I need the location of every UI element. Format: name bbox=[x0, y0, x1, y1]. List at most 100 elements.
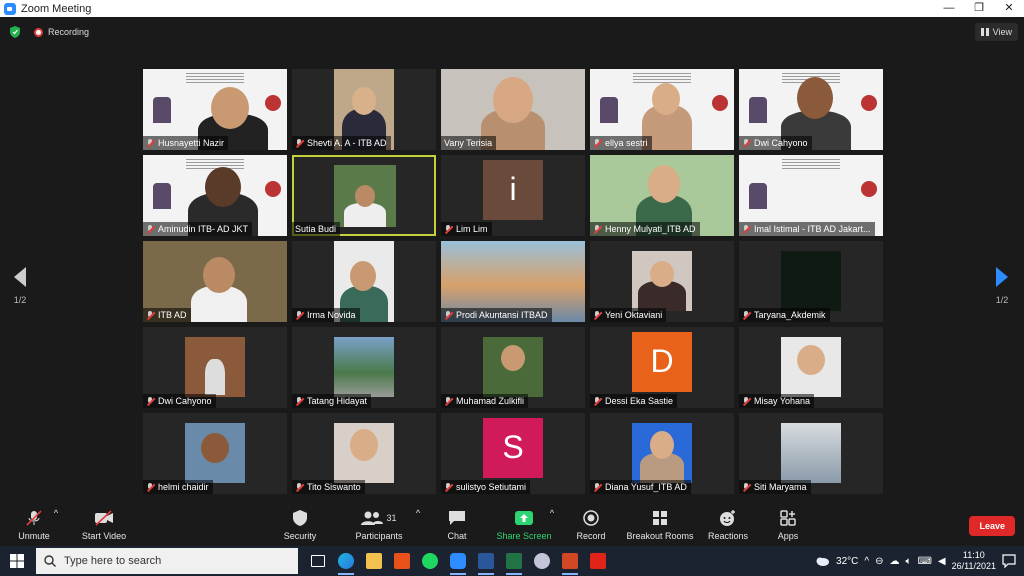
mic-muted-icon bbox=[593, 396, 601, 406]
participant-name: Dwi Cahyono bbox=[143, 394, 216, 408]
start-button[interactable] bbox=[0, 546, 34, 576]
taskbar-clock[interactable]: 11:10 26/11/2021 bbox=[952, 550, 996, 572]
mic-muted-icon bbox=[146, 310, 154, 320]
breakout-rooms-button[interactable]: Breakout Rooms bbox=[624, 508, 696, 541]
spotify-icon[interactable] bbox=[416, 546, 444, 576]
minimize-button[interactable]: — bbox=[934, 0, 964, 17]
record-icon bbox=[555, 508, 627, 528]
mic-muted-icon bbox=[742, 482, 750, 492]
participant-tile[interactable]: Henny Mulyati_ITB AD bbox=[590, 155, 734, 236]
edge-icon[interactable] bbox=[332, 546, 360, 576]
record-button[interactable]: Record bbox=[555, 508, 627, 541]
participant-tile[interactable]: Irma Novida bbox=[292, 241, 436, 322]
onedrive-icon[interactable]: ☁ bbox=[889, 556, 899, 567]
participant-tile[interactable]: Siti Maryama bbox=[739, 413, 883, 494]
participant-name: Imal Istimal - ITB AD Jakart... bbox=[739, 222, 875, 236]
leave-button[interactable]: Leave bbox=[969, 516, 1015, 536]
windows-taskbar: Type here to search 32°C ^ ⊖ ☁ 🔈︎ ⌨︎ ◀︎ … bbox=[0, 546, 1024, 576]
participant-tile[interactable]: Tito Siswanto bbox=[292, 413, 436, 494]
shield-icon[interactable] bbox=[10, 26, 20, 38]
participant-tile[interactable]: Imal Istimal - ITB AD Jakart... bbox=[739, 155, 883, 236]
powerpoint-icon[interactable] bbox=[556, 546, 584, 576]
breakout-rooms-label: Breakout Rooms bbox=[626, 531, 694, 541]
chat-icon bbox=[421, 508, 493, 528]
participant-tile[interactable]: i Lim Lim bbox=[441, 155, 585, 236]
participant-tile[interactable]: Misay Yohana bbox=[739, 327, 883, 408]
word-icon[interactable] bbox=[472, 546, 500, 576]
recording-indicator[interactable]: Recording bbox=[34, 27, 89, 37]
participant-tile[interactable]: ITB AD bbox=[143, 241, 287, 322]
apps-button[interactable]: Apps bbox=[752, 508, 824, 541]
participant-tile[interactable]: Vany Terisia bbox=[441, 69, 585, 150]
mic-muted-icon bbox=[593, 224, 601, 234]
participant-name: Tito Siswanto bbox=[292, 480, 365, 494]
meeting-toolbar: Unmute ^ Start Video Security 31 Partici… bbox=[0, 504, 1024, 546]
participant-tile[interactable]: Husnayetti Nazir bbox=[143, 69, 287, 150]
mic-muted-icon bbox=[593, 482, 601, 492]
participant-tile[interactable]: Aminudin ITB- AD JKT bbox=[143, 155, 287, 236]
participant-tile[interactable]: Diana Yusuf_ITB AD bbox=[590, 413, 734, 494]
temperature[interactable]: 32°C bbox=[836, 556, 858, 567]
previous-page-button[interactable]: 1/2 bbox=[10, 267, 30, 305]
participant-tile[interactable]: Dwi Cahyono bbox=[143, 327, 287, 408]
windows-logo-icon bbox=[10, 554, 24, 568]
mic-muted-icon bbox=[742, 224, 750, 234]
participant-tile[interactable]: Muhamad Zulkifli bbox=[441, 327, 585, 408]
participant-name: Prodi Akuntansi ITBAD bbox=[441, 308, 552, 322]
participant-name: ellya sestri bbox=[590, 136, 652, 150]
snipping-tool-icon[interactable] bbox=[528, 546, 556, 576]
volume-icon[interactable]: ◀︎ bbox=[938, 556, 946, 567]
close-button[interactable]: ✕ bbox=[994, 0, 1024, 17]
mic-muted-icon bbox=[742, 310, 750, 320]
participant-tile[interactable]: ellya sestri bbox=[590, 69, 734, 150]
mic-muted-icon bbox=[593, 310, 601, 320]
mic-muted-icon bbox=[444, 310, 452, 320]
taskbar-search-box[interactable]: Type here to search bbox=[36, 548, 298, 574]
participant-name: Dessi Eka Sastie bbox=[590, 394, 678, 408]
clock-time: 11:10 bbox=[962, 550, 985, 560]
speaker-icon[interactable]: 🔈︎ bbox=[905, 556, 911, 567]
language-icon[interactable]: ⌨︎ bbox=[917, 556, 931, 567]
office-icon[interactable] bbox=[388, 546, 416, 576]
participant-name: Siti Maryama bbox=[739, 480, 811, 494]
mic-muted-icon bbox=[444, 224, 452, 234]
participant-name: sulistyo Setiutami bbox=[441, 480, 531, 494]
participant-tile[interactable]: Tatang Hidayat bbox=[292, 327, 436, 408]
participant-name: Henny Mulyati_ITB AD bbox=[590, 222, 700, 236]
security-button[interactable]: Security bbox=[264, 508, 336, 541]
participant-tile-active-speaker[interactable]: Sutia Budi bbox=[292, 155, 436, 236]
participant-tile[interactable]: Prodi Akuntansi ITBAD bbox=[441, 241, 585, 322]
participant-tile[interactable]: Taryana_Akdemik bbox=[739, 241, 883, 322]
video-off-icon bbox=[68, 508, 140, 528]
network-icon[interactable]: ⊖ bbox=[875, 556, 883, 567]
next-page-button[interactable]: 1/2 bbox=[992, 267, 1012, 305]
acrobat-icon[interactable] bbox=[584, 546, 612, 576]
chat-button[interactable]: Chat bbox=[421, 508, 493, 541]
participant-tile[interactable]: Yeni Oktaviani bbox=[590, 241, 734, 322]
excel-icon[interactable] bbox=[500, 546, 528, 576]
mic-muted-icon bbox=[444, 396, 452, 406]
show-hidden-icons-icon[interactable]: ^ bbox=[864, 556, 869, 567]
window-title: Zoom Meeting bbox=[21, 2, 92, 15]
start-video-button[interactable]: Start Video bbox=[68, 508, 140, 541]
participant-tile[interactable]: Shevti A. A - ITB AD bbox=[292, 69, 436, 150]
task-view-icon[interactable] bbox=[304, 546, 332, 576]
search-placeholder: Type here to search bbox=[64, 555, 162, 567]
participant-tile[interactable]: S sulistyo Setiutami bbox=[441, 413, 585, 494]
breakout-rooms-icon bbox=[624, 508, 696, 528]
participant-tile[interactable]: Dwi Cahyono bbox=[739, 69, 883, 150]
page-indicator-right: 1/2 bbox=[995, 295, 1009, 305]
participant-name: Aminudin ITB- AD JKT bbox=[143, 222, 253, 236]
notifications-icon[interactable] bbox=[1002, 554, 1016, 568]
security-label: Security bbox=[283, 531, 317, 541]
participant-name: Taryana_Akdemik bbox=[739, 308, 830, 322]
mic-muted-icon bbox=[444, 482, 452, 492]
restore-button[interactable]: ❐ bbox=[964, 0, 994, 17]
participant-tile[interactable]: D Dessi Eka Sastie bbox=[590, 327, 734, 408]
participant-name: Muhamad Zulkifli bbox=[441, 394, 529, 408]
view-button[interactable]: View bbox=[974, 23, 1018, 41]
file-explorer-icon[interactable] bbox=[360, 546, 388, 576]
zoom-taskbar-icon[interactable] bbox=[444, 546, 472, 576]
participant-tile[interactable]: helmi chaidir bbox=[143, 413, 287, 494]
mic-muted-icon bbox=[146, 138, 154, 148]
